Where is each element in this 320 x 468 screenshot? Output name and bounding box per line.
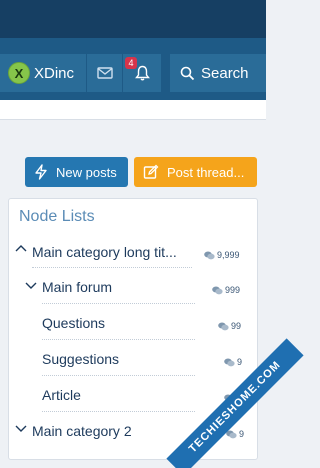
chevron-up-icon[interactable] (15, 243, 27, 253)
node-item-main-category-2[interactable]: Main category 2 (32, 418, 132, 444)
node-count-value: 9 (237, 357, 243, 367)
comments-icon (204, 251, 215, 259)
sub-navigation-bar (0, 100, 266, 120)
post-thread-button[interactable]: Post thread... (134, 157, 257, 187)
divider (42, 411, 195, 412)
node-count: 999 (212, 285, 240, 295)
search-button[interactable]: Search (170, 54, 266, 92)
search-label: Search (201, 64, 249, 82)
avatar: X (8, 62, 30, 84)
post-thread-label: Post thread... (167, 164, 245, 180)
search-icon (180, 66, 195, 80)
chevron-down-icon[interactable] (15, 424, 27, 434)
node-count-value: 9,999 (217, 250, 240, 260)
new-posts-label: New posts (56, 164, 117, 180)
node-count: 9 (224, 357, 242, 367)
node-item-main-forum[interactable]: Main forum (42, 274, 112, 300)
divider (42, 303, 195, 304)
bell-icon (134, 65, 150, 81)
node-link[interactable]: Main category 2 (32, 423, 132, 439)
node-item-article[interactable]: Article (42, 382, 81, 408)
navbar: X XDinc 4 Search (0, 38, 266, 100)
edit-icon (143, 164, 159, 179)
node-count-value: 99 (231, 321, 242, 331)
divider (32, 267, 192, 268)
node-count: 99 (218, 321, 241, 331)
alerts-badge: 4 (125, 57, 137, 69)
comments-icon (212, 286, 223, 294)
node-count: 9 (226, 429, 244, 439)
divider (42, 339, 195, 340)
inbox-button[interactable] (86, 54, 122, 92)
node-count-value: 9 (239, 429, 245, 439)
user-menu-button[interactable]: X XDinc (0, 54, 86, 92)
comments-icon (218, 322, 229, 330)
node-item-suggestions[interactable]: Suggestions (42, 346, 119, 372)
chevron-down-icon[interactable] (25, 281, 37, 291)
node-link[interactable]: Article (42, 387, 81, 403)
node-count-value: 999 (225, 285, 241, 295)
envelope-icon (96, 67, 113, 79)
new-posts-button[interactable]: New posts (25, 157, 128, 187)
header-top-band (0, 0, 266, 38)
bolt-icon (35, 164, 47, 180)
username-label: XDinc (34, 64, 75, 82)
node-link[interactable]: Suggestions (42, 351, 119, 367)
node-list-title[interactable]: Node Lists (19, 208, 95, 226)
node-count: 9,999 (204, 250, 240, 260)
node-item-main-category[interactable]: Main category long tit... (32, 239, 177, 265)
node-link[interactable]: Main category long tit... (32, 244, 177, 260)
node-link[interactable]: Questions (42, 315, 105, 331)
node-link[interactable]: Main forum (42, 279, 112, 295)
comments-icon (224, 358, 235, 366)
node-item-questions[interactable]: Questions (42, 310, 105, 336)
divider (42, 375, 195, 376)
alerts-button[interactable]: 4 (123, 54, 161, 92)
